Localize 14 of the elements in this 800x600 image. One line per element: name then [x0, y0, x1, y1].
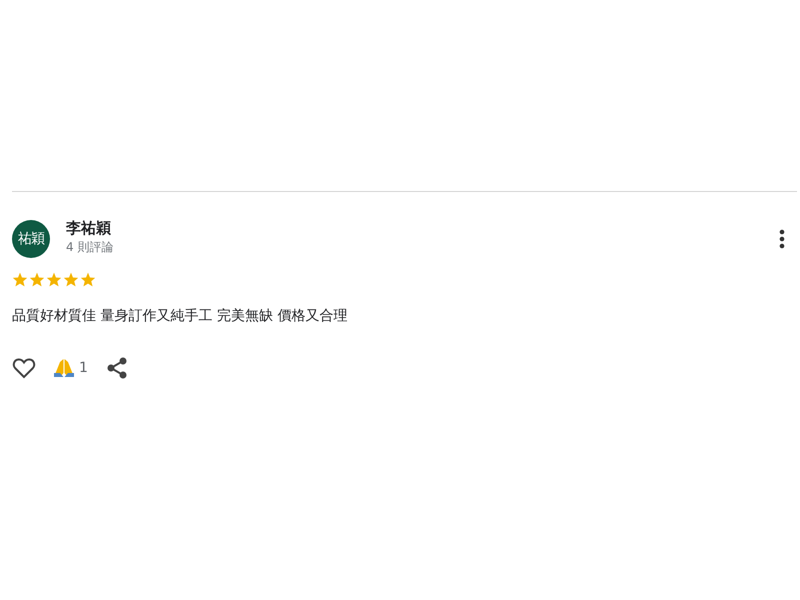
like-icon[interactable] [12, 357, 36, 379]
reaction-count: 1 [79, 360, 88, 376]
review-count: 4 則評論 [66, 238, 114, 256]
share-icon[interactable] [106, 357, 127, 379]
avatar: 祐穎 [12, 220, 50, 258]
star-icon [80, 272, 96, 287]
author-name[interactable]: 李祐穎 [66, 218, 114, 238]
more-options-icon[interactable] [779, 229, 785, 249]
review-text: 品質好材質佳 量身訂作又純手工 完美無缺 價格又合理 [12, 307, 348, 325]
star-icon [46, 272, 62, 287]
praying-hands-icon[interactable] [53, 358, 75, 378]
star-icon [63, 272, 79, 287]
star-icon [12, 272, 28, 287]
star-icon [29, 272, 45, 287]
